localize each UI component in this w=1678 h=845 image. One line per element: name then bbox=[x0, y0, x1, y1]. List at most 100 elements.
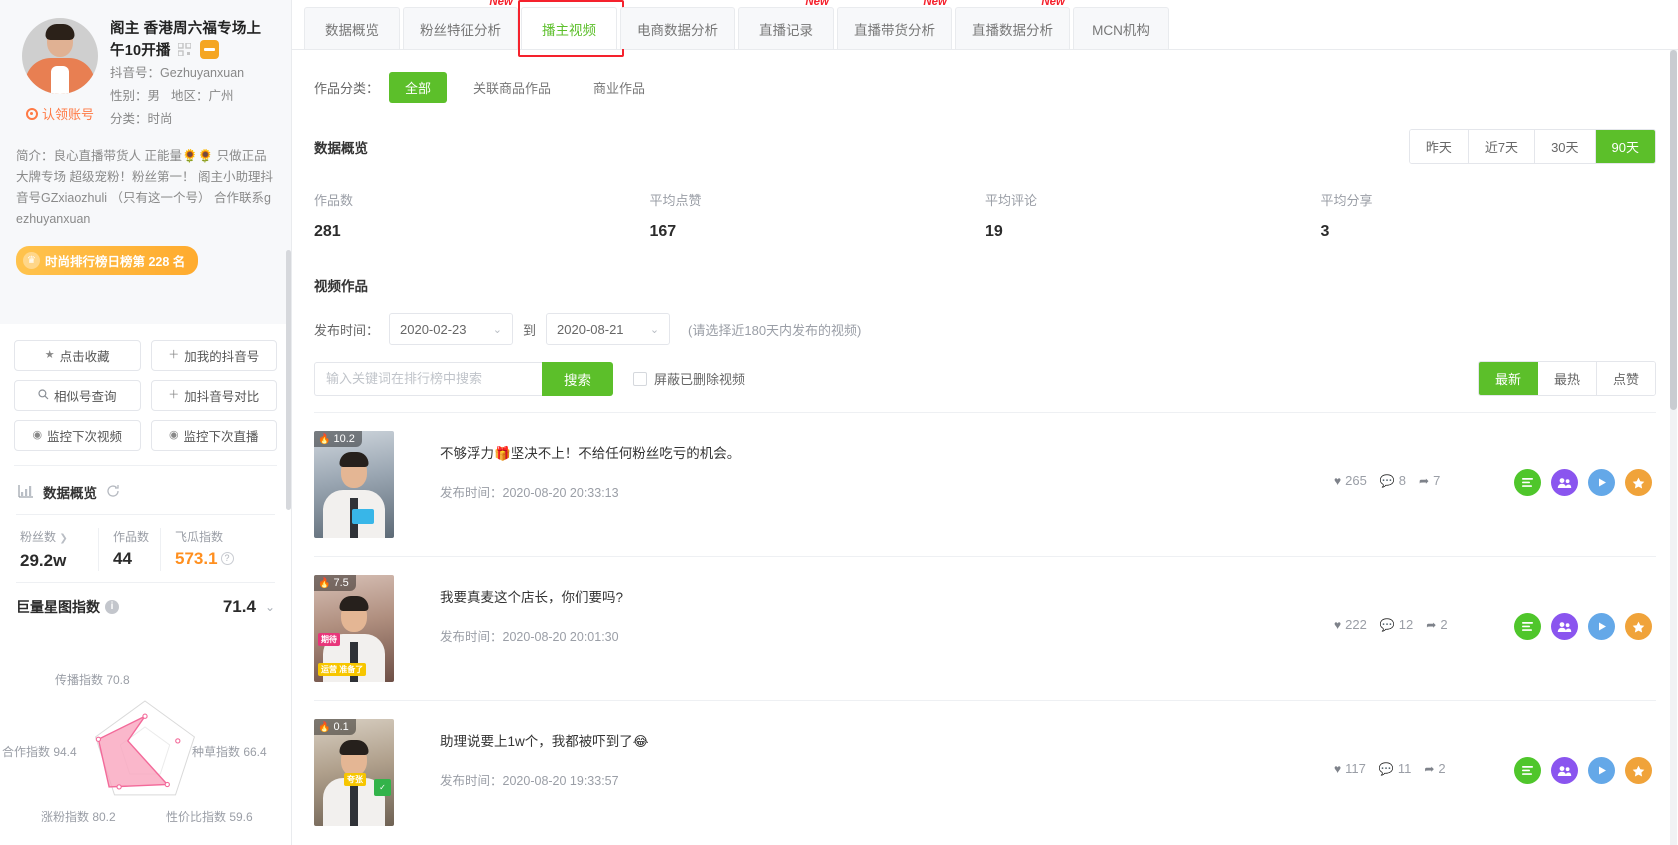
date-to-value: 2020-08-21 bbox=[557, 321, 624, 337]
tab-mcn-agency-label: MCN机构 bbox=[1092, 22, 1150, 38]
monitor-next-video-button[interactable]: ◉ 监控下次视频 bbox=[14, 420, 141, 451]
video-shares: ➦ 2 bbox=[1424, 761, 1445, 776]
videos-section-title: 视频作品 bbox=[314, 279, 368, 294]
compare-douyin-button[interactable]: ＋ 加抖音号对比 bbox=[150, 380, 277, 411]
heart-icon: ♥ bbox=[1334, 761, 1342, 776]
range-30days[interactable]: 30天 bbox=[1535, 130, 1596, 163]
transcript-icon[interactable] bbox=[1514, 757, 1541, 784]
gender-value: 男 bbox=[147, 89, 161, 103]
video-shares-value: 2 bbox=[1438, 761, 1446, 776]
table-row[interactable]: 期待 运营 准备了 🔥 7.5 我要真麦这个店长，你们要吗? 发布时间：2020… bbox=[314, 556, 1656, 700]
search-button[interactable]: 搜索 bbox=[542, 361, 613, 396]
transcript-icon[interactable] bbox=[1514, 613, 1541, 640]
fans-icon[interactable] bbox=[1551, 469, 1578, 496]
sort-likes[interactable]: 点赞 bbox=[1596, 362, 1655, 395]
question-icon[interactable]: ? bbox=[220, 552, 234, 565]
date-from-select[interactable]: 2020-02-23 ⌄ bbox=[389, 313, 514, 345]
video-comments-value: 8 bbox=[1398, 473, 1407, 488]
video-likes-value: 117 bbox=[1345, 761, 1366, 776]
sort-hottest[interactable]: 最热 bbox=[1537, 362, 1597, 395]
favorite-button[interactable]: ★ 点击收藏 bbox=[14, 340, 141, 371]
comment-icon: 💬 bbox=[1379, 473, 1395, 488]
tab-host-videos[interactable]: 播主视频 bbox=[518, 0, 624, 57]
search-icon bbox=[38, 388, 49, 403]
star-icon[interactable] bbox=[1625, 469, 1652, 496]
category-option-commercial[interactable]: 商业作品 bbox=[577, 72, 661, 103]
fans-icon[interactable] bbox=[1551, 757, 1578, 784]
kpi-row: 作品数 281 平均点赞 167 平均评论 19 平均分享 3 bbox=[314, 190, 1656, 241]
tab-fans-analysis-label: 粉丝特征分析 bbox=[420, 22, 501, 38]
play-icon[interactable] bbox=[1588, 469, 1615, 496]
play-icon[interactable] bbox=[1588, 613, 1615, 640]
claim-account-button[interactable]: 认领账号 bbox=[25, 104, 94, 123]
stat-fans[interactable]: 粉丝数 ❯ 29.2w bbox=[16, 528, 98, 571]
eye-icon: ◉ bbox=[168, 429, 179, 441]
rank-badge[interactable]: ♛ 时尚排行榜日榜第 228 名 bbox=[16, 246, 199, 275]
main-scrollbar[interactable] bbox=[1670, 50, 1677, 845]
eye-icon: ◉ bbox=[32, 429, 43, 441]
similar-account-label: 相似号查询 bbox=[53, 390, 117, 404]
video-publish-time-label: 发布时间： bbox=[440, 630, 503, 644]
share-icon: ➦ bbox=[1424, 761, 1435, 776]
video-title[interactable]: 助理说要上1w个，我都被吓到了😂 bbox=[440, 731, 1334, 753]
tab-live-sales-analysis[interactable]: New 直播带货分析 bbox=[837, 0, 952, 49]
video-comments-value: 12 bbox=[1398, 617, 1414, 632]
refresh-icon[interactable] bbox=[106, 484, 120, 501]
compare-douyin-label: 加抖音号对比 bbox=[184, 390, 260, 404]
transcript-icon[interactable] bbox=[1514, 469, 1541, 496]
table-row[interactable]: 🔥 10.2 不够浮力🎁坚决不上！不给任何粉丝吃亏的机会。 发布时间：2020-… bbox=[314, 412, 1656, 556]
flame-icon: 🔥 bbox=[318, 433, 331, 445]
tab-data-overview[interactable]: 数据概览 bbox=[304, 7, 400, 49]
category-option-all[interactable]: 全部 bbox=[389, 72, 448, 103]
video-likes: ♥ 265 bbox=[1334, 473, 1367, 488]
monitor-next-live-button[interactable]: ◉ 监控下次直播 bbox=[150, 420, 277, 451]
category-filter-label: 作品分类： bbox=[314, 81, 380, 96]
play-icon[interactable] bbox=[1588, 757, 1615, 784]
xingtu-index-row[interactable]: 巨量星图指数 i 71.4 ⌄ bbox=[16, 582, 275, 629]
tab-live-records[interactable]: New 直播记录 bbox=[738, 0, 834, 49]
tab-fans-analysis[interactable]: New 粉丝特征分析 bbox=[403, 0, 518, 49]
date-to-select[interactable]: 2020-08-21 ⌄ bbox=[546, 313, 671, 345]
tab-mcn-agency[interactable]: MCN机构 bbox=[1073, 7, 1169, 49]
hide-deleted-checkbox[interactable] bbox=[633, 371, 647, 386]
category-option-product[interactable]: 关联商品作品 bbox=[457, 72, 567, 103]
radar-label-hezuo: 合作指数 94.4 bbox=[2, 745, 77, 759]
range-90days[interactable]: 90天 bbox=[1595, 130, 1655, 163]
info-icon[interactable]: i bbox=[105, 600, 119, 614]
kpi-avg-comments-value: 19 bbox=[985, 223, 1003, 240]
douyin-id-line: 抖音号：Gezhuyanxuan bbox=[110, 62, 275, 85]
chevron-down-icon[interactable]: ⌄ bbox=[265, 600, 275, 614]
table-row[interactable]: 夸张 ✓ 🔥 0.1 助理说要上1w个，我都被吓到了😂 发布时间：2020-08… bbox=[314, 700, 1656, 844]
heart-icon: ♥ bbox=[1334, 473, 1342, 488]
search-input[interactable] bbox=[314, 361, 542, 396]
video-title[interactable]: 我要真麦这个店长，你们要吗? bbox=[440, 587, 1334, 609]
video-title[interactable]: 不够浮力🎁坚决不上！不给任何粉丝吃亏的机会。 bbox=[440, 443, 1334, 465]
date-filter-label: 发布时间： bbox=[314, 322, 380, 338]
douyin-badge-icon bbox=[200, 40, 220, 59]
video-thumbnail[interactable]: 期待 运营 准备了 🔥 7.5 bbox=[314, 575, 394, 682]
hide-deleted-checkbox-wrap[interactable]: 屏蔽已删除视频 bbox=[633, 369, 745, 388]
search-row: 搜索 屏蔽已删除视频 最新 最热 点赞 bbox=[314, 361, 1656, 396]
gender-label: 性别： bbox=[110, 89, 148, 103]
star-icon[interactable] bbox=[1625, 757, 1652, 784]
range-7days[interactable]: 近7天 bbox=[1468, 130, 1536, 163]
video-list: 🔥 10.2 不够浮力🎁坚决不上！不给任何粉丝吃亏的机会。 发布时间：2020-… bbox=[314, 412, 1656, 844]
tab-ecommerce-analysis[interactable]: 电商数据分析 bbox=[620, 7, 735, 49]
range-yesterday[interactable]: 昨天 bbox=[1409, 130, 1469, 163]
video-thumbnail[interactable]: 🔥 10.2 bbox=[314, 431, 394, 538]
fans-icon[interactable] bbox=[1551, 613, 1578, 640]
video-thumbnail[interactable]: 夸张 ✓ 🔥 0.1 bbox=[314, 719, 394, 826]
bio-text: 良心直播带货人 正能量🌻🌻 只做正品大牌专场 超级宠粉！粉丝第一！ 阁主小助理抖… bbox=[16, 149, 273, 226]
new-flag: New bbox=[923, 0, 947, 8]
add-my-douyin-button[interactable]: ＋ 加我的抖音号 bbox=[150, 340, 277, 371]
scrollbar-thumb[interactable] bbox=[1670, 50, 1677, 410]
tab-live-data-analysis[interactable]: New 直播数据分析 bbox=[955, 0, 1070, 49]
star-icon[interactable] bbox=[1625, 613, 1652, 640]
tab-live-data-analysis-label: 直播数据分析 bbox=[972, 22, 1053, 38]
qr-code-icon[interactable] bbox=[177, 41, 192, 57]
sort-newest[interactable]: 最新 bbox=[1478, 362, 1538, 395]
similar-account-button[interactable]: 相似号查询 bbox=[14, 380, 141, 411]
plus-icon: ＋ bbox=[168, 389, 180, 401]
video-publish-time-label: 发布时间： bbox=[440, 486, 503, 500]
flame-icon: 🔥 bbox=[318, 577, 331, 589]
